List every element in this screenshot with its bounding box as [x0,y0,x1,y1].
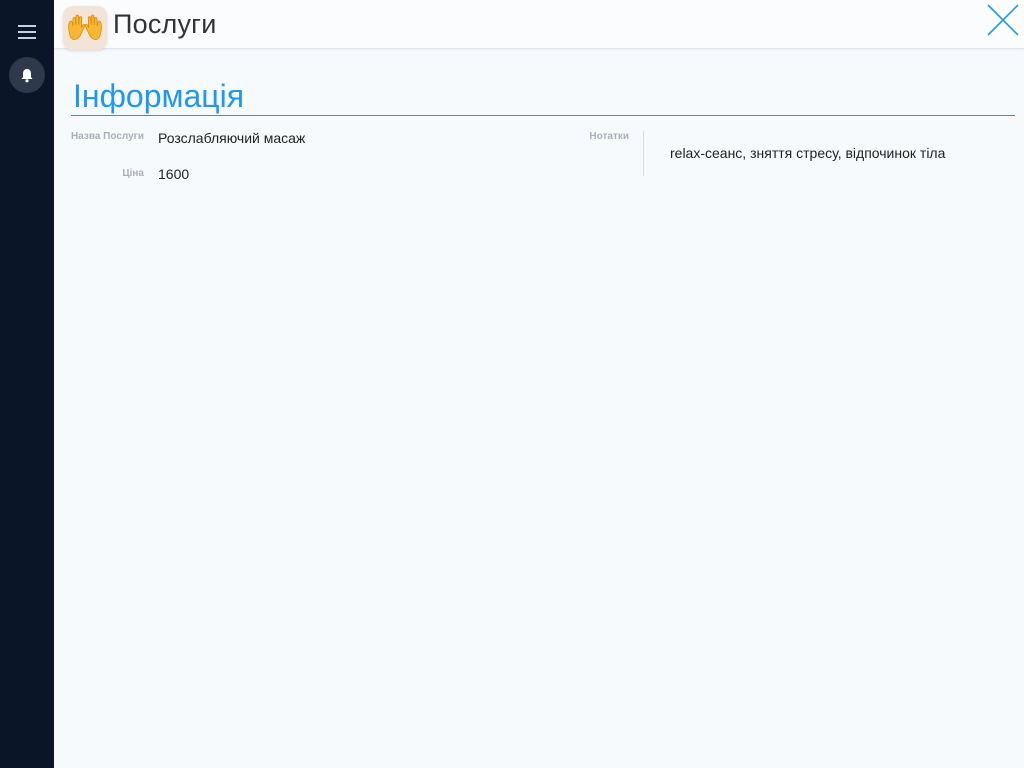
service-name-label: Назва Послуги [70,131,144,142]
menu-button[interactable] [9,14,45,50]
bell-icon [21,68,33,82]
top-bar: Послуги [54,0,1024,50]
price-label: Ціна [122,168,144,179]
hamburger-menu-icon [18,25,36,39]
notes-divider [643,131,644,176]
section-divider [71,115,1015,116]
notifications-button[interactable] [9,57,45,93]
notes-value: relax-сеанс, зняття стресу, відпочинок т… [670,145,946,161]
price-value: 1600 [158,166,190,182]
notes-label: Нотатки [589,131,629,142]
close-button[interactable] [986,3,1020,37]
close-icon [987,4,1019,36]
service-name-value: Розслабляючий масаж [158,130,306,146]
raised-hands-icon [63,6,107,50]
page-title: Послуги [113,9,217,39]
section-title: Інформація [73,78,245,114]
sidebar [0,0,54,768]
